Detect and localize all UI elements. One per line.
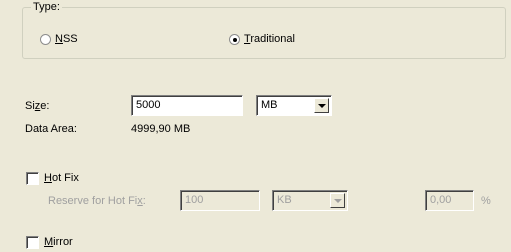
- data-area-label: Data Area:: [25, 123, 77, 135]
- chevron-down-icon: [318, 104, 326, 108]
- radio-traditional[interactable]: [229, 34, 240, 45]
- radio-nss-label[interactable]: NSS: [55, 32, 78, 46]
- mirror-checkbox[interactable]: [26, 236, 39, 249]
- reserve-percent-input[interactable]: 0,00: [425, 190, 474, 211]
- size-input[interactable]: 5000: [131, 95, 243, 116]
- reserve-unit-dropdown-button[interactable]: [330, 193, 345, 208]
- size-unit-dropdown-button[interactable]: [314, 98, 329, 113]
- size-label: Size:: [25, 100, 50, 112]
- chevron-down-icon: [334, 199, 342, 203]
- reserve-hot-fix-input[interactable]: 100: [180, 190, 260, 211]
- size-unit-select[interactable]: MB: [256, 95, 332, 116]
- radio-traditional-label[interactable]: Traditional: [244, 32, 295, 46]
- type-group-legend: Type:: [31, 0, 62, 14]
- radio-selected-dot: [233, 38, 237, 42]
- hot-fix-checkbox[interactable]: [26, 172, 39, 185]
- reserve-unit-value: KB: [277, 194, 292, 206]
- size-unit-value: MB: [261, 99, 278, 111]
- radio-nss[interactable]: [40, 34, 51, 45]
- data-area-value: 4999,90 MB: [131, 123, 191, 135]
- percent-symbol: %: [481, 195, 491, 207]
- reserve-hot-fix-label: Reserve for Hot Fix:: [48, 195, 146, 207]
- mirror-label[interactable]: Mirror: [44, 235, 73, 249]
- hot-fix-label[interactable]: Hot Fix: [44, 171, 79, 185]
- reserve-unit-select[interactable]: KB: [272, 190, 348, 211]
